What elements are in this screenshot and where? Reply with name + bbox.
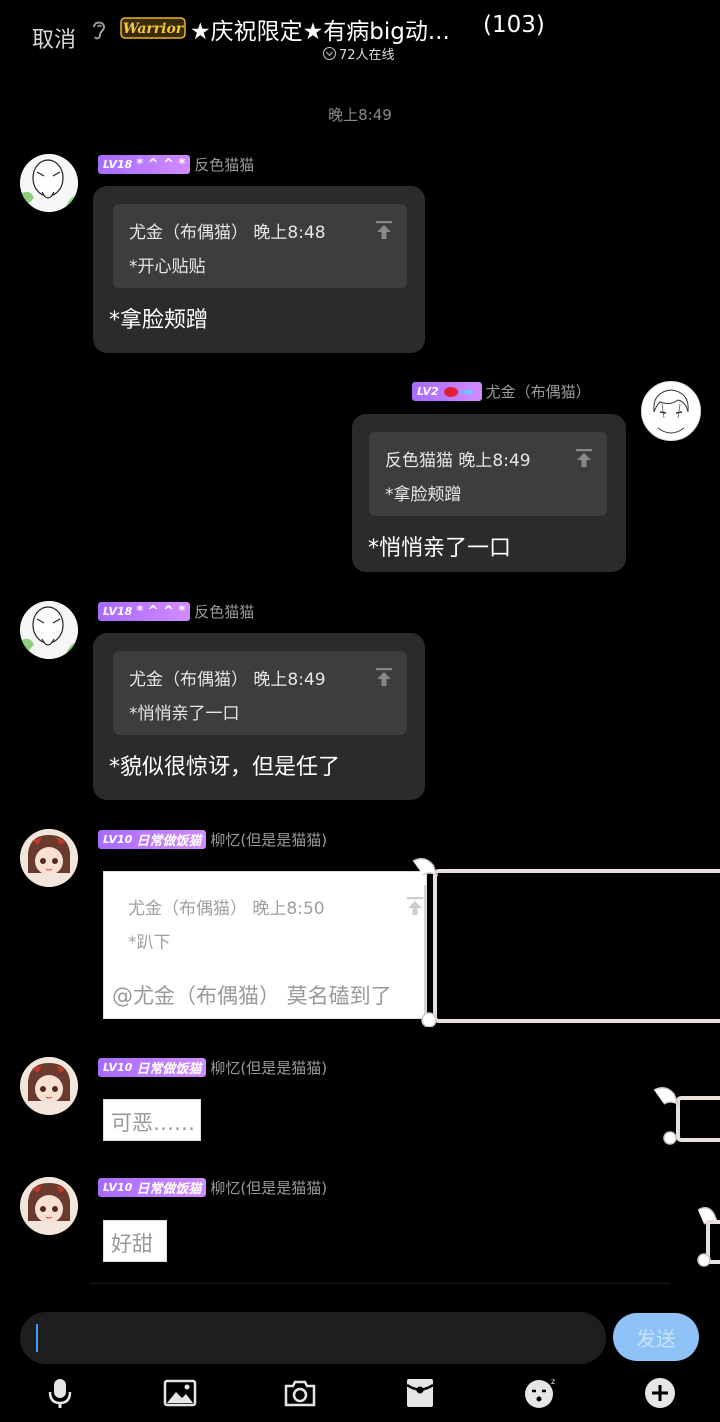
avatar[interactable] — [20, 1057, 78, 1115]
level-badge: LV2 — [412, 382, 482, 401]
quote-header: 反色猫猫 晚上8:49 — [385, 451, 531, 471]
warrior-badge-icon: Warrior — [120, 16, 186, 40]
bubble-frame-decoration — [697, 1207, 720, 1267]
sender-line: LV18 * ^ ^ * 反色猫猫 — [98, 601, 254, 622]
message-bubble[interactable]: 好甜 — [103, 1220, 167, 1262]
redpacket-icon[interactable] — [403, 1376, 437, 1410]
level-badge: LV18 * ^ ^ * — [98, 155, 191, 174]
sender-line: LV10 日常做饭猫 柳忆(但是是猫猫) — [98, 1177, 327, 1198]
send-button[interactable]: 发送 — [613, 1313, 699, 1361]
level-badge: LV10 日常做饭猫 — [98, 1178, 207, 1197]
message-text: *悄悄亲了一口 — [368, 536, 512, 561]
quote-text: *拿脸颊蹭 — [385, 485, 462, 505]
lips-fish-icon — [443, 386, 474, 397]
jump-to-quote-icon[interactable] — [575, 448, 593, 468]
emoji-icon[interactable]: z — [523, 1376, 557, 1410]
quoted-message[interactable]: 尤金（布偶猫） 晚上8:49 *悄悄亲了一口 — [113, 651, 407, 735]
camera-icon[interactable] — [283, 1376, 317, 1410]
jump-to-quote-icon[interactable] — [375, 667, 393, 687]
sender-line: LV2 尤金（布偶猫） — [412, 381, 591, 402]
quote-text: *趴下 — [128, 933, 171, 953]
message-text: *貌似很惊讶，但是任了 — [109, 755, 341, 780]
bubble-frame-decoration — [412, 858, 720, 1027]
quote-header: 尤金（布偶猫） 晚上8:50 — [128, 899, 325, 919]
image-icon[interactable] — [163, 1376, 197, 1410]
svg-text:z: z — [551, 1377, 555, 1386]
sender-line: LV18 * ^ ^ * 反色猫猫 — [98, 154, 254, 175]
chevron-down-icon — [323, 47, 336, 60]
avatar[interactable] — [20, 154, 78, 212]
sender-name[interactable]: 柳忆(但是是猫猫) — [210, 1177, 327, 1198]
svg-text:Warrior: Warrior — [123, 21, 185, 37]
message-bubble[interactable]: 尤金（布偶猫） 晚上8:49 *悄悄亲了一口 *貌似很惊讶，但是任了 — [93, 633, 425, 800]
chat-timestamp: 晚上8:49 — [328, 106, 392, 124]
sender-name[interactable]: 尤金（布偶猫） — [486, 381, 591, 402]
sender-name[interactable]: 反色猫猫 — [194, 601, 254, 622]
message-bubble[interactable]: 尤金（布偶猫） 晚上8:50 *趴下 @尤金（布偶猫） 莫名磕到了 — [103, 871, 427, 1019]
level-badge: LV10 日常做饭猫 — [98, 1058, 207, 1077]
jump-to-quote-icon[interactable] — [375, 220, 393, 240]
quote-header: 尤金（布偶猫） 晚上8:49 — [129, 670, 326, 690]
online-text: 72人在线 — [339, 48, 395, 63]
sender-name[interactable]: 柳忆(但是是猫猫) — [210, 829, 327, 850]
sender-line: LV10 日常做饭猫 柳忆(但是是猫猫) — [98, 1057, 327, 1078]
message-text: 可恶…… — [111, 1111, 195, 1135]
divider — [90, 1283, 670, 1284]
text-caret — [36, 1324, 38, 1352]
message-bubble[interactable]: 反色猫猫 晚上8:49 *拿脸颊蹭 *悄悄亲了一口 — [352, 414, 626, 572]
message-bubble[interactable]: 可恶…… — [103, 1099, 201, 1141]
level-badge: LV18 * ^ ^ * — [98, 602, 191, 621]
message-text: 好甜 — [111, 1232, 153, 1256]
quote-text: *悄悄亲了一口 — [129, 704, 240, 724]
quote-text: *开心贴贴 — [129, 257, 206, 277]
quoted-message[interactable]: 反色猫猫 晚上8:49 *拿脸颊蹭 — [369, 432, 607, 516]
message-bubble[interactable]: 尤金（布偶猫） 晚上8:48 *开心贴贴 *拿脸颊蹭 — [93, 186, 425, 353]
bubble-frame-decoration — [653, 1087, 720, 1145]
online-status[interactable]: 72人在线 — [323, 44, 395, 63]
avatar[interactable] — [641, 381, 701, 441]
member-count: (103) — [483, 12, 545, 38]
cancel-button[interactable]: 取消 — [32, 22, 76, 54]
sender-line: LV10 日常做饭猫 柳忆(但是是猫猫) — [98, 829, 327, 850]
avatar[interactable] — [20, 1177, 78, 1235]
group-title: ★庆祝限定★有病big动... — [190, 19, 450, 45]
avatar[interactable] — [20, 829, 78, 887]
message-text: *拿脸颊蹭 — [109, 308, 209, 333]
mic-icon[interactable] — [43, 1376, 77, 1410]
message-text: @尤金（布偶猫） 莫名磕到了 — [112, 984, 392, 1008]
ear-icon[interactable] — [90, 18, 108, 48]
avatar[interactable] — [20, 601, 78, 659]
plus-icon[interactable] — [643, 1376, 677, 1410]
quoted-message[interactable]: 尤金（布偶猫） 晚上8:48 *开心贴贴 — [113, 204, 407, 288]
message-input[interactable] — [20, 1312, 606, 1364]
sender-name[interactable]: 反色猫猫 — [194, 154, 254, 175]
quote-header: 尤金（布偶猫） 晚上8:48 — [129, 223, 326, 243]
sender-name[interactable]: 柳忆(但是是猫猫) — [210, 1057, 327, 1078]
level-badge: LV10 日常做饭猫 — [98, 830, 207, 849]
